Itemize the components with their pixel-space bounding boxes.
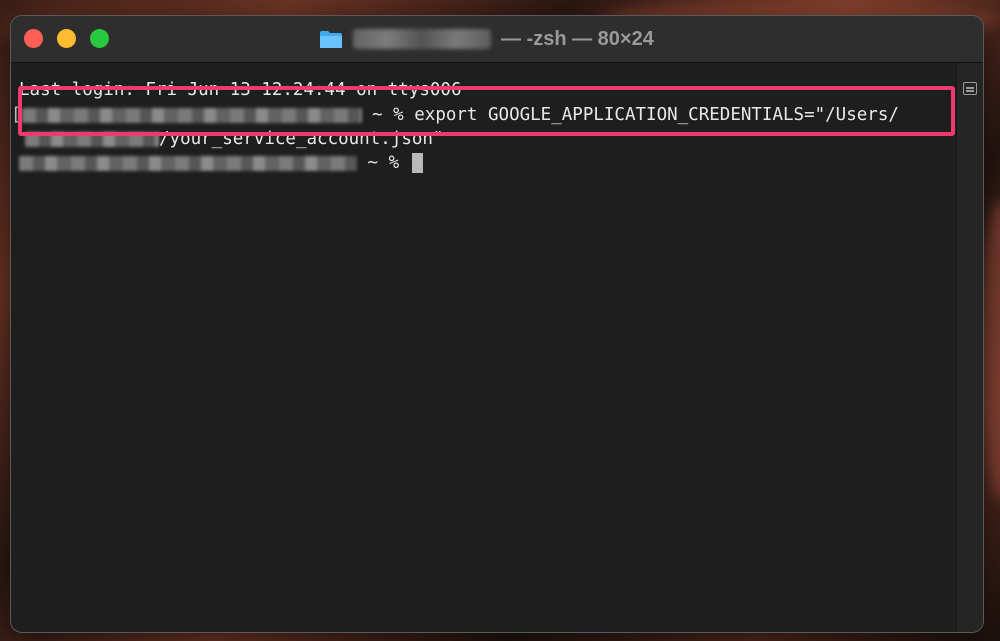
command-text-part2: /your_service_account.json" <box>159 129 444 149</box>
prompt-bracket: [ <box>11 105 22 125</box>
command-line-1: [ ~ % export GOOGLE_APPLICATION_CREDENTI… <box>11 103 899 127</box>
terminal-window: — -zsh — 80×24 Last login: Fri Jun 13 12… <box>11 16 983 632</box>
close-button[interactable] <box>24 29 43 48</box>
prompt-line: ~ % <box>19 151 423 175</box>
redacted-path <box>25 131 159 147</box>
scrollbar[interactable] <box>956 63 983 632</box>
scroll-split-icon[interactable] <box>963 82 977 95</box>
window-title-text: — -zsh — 80×24 <box>501 27 654 50</box>
redacted-prompt-host <box>21 107 362 123</box>
minimize-button[interactable] <box>57 29 76 48</box>
terminal-output[interactable]: Last login: Fri Jun 13 12:24:44 on ttys0… <box>11 63 957 632</box>
redacted-username <box>353 29 491 49</box>
prompt-symbol: ~ % <box>372 105 404 125</box>
command-line-2: /your_service_account.json" <box>25 127 443 151</box>
text-cursor <box>411 153 423 173</box>
prompt-symbol-2: ~ % <box>367 153 400 173</box>
title-bar[interactable]: — -zsh — 80×24 <box>11 16 983 63</box>
command-text-part1: export GOOGLE_APPLICATION_CREDENTIALS="/… <box>414 105 899 125</box>
window-title: — -zsh — 80×24 <box>319 16 654 62</box>
zoom-button[interactable] <box>90 29 109 48</box>
folder-icon <box>319 30 343 48</box>
last-login-line: Last login: Fri Jun 13 12:24:44 on ttys0… <box>19 80 462 100</box>
redacted-prompt-host-2 <box>19 155 357 171</box>
